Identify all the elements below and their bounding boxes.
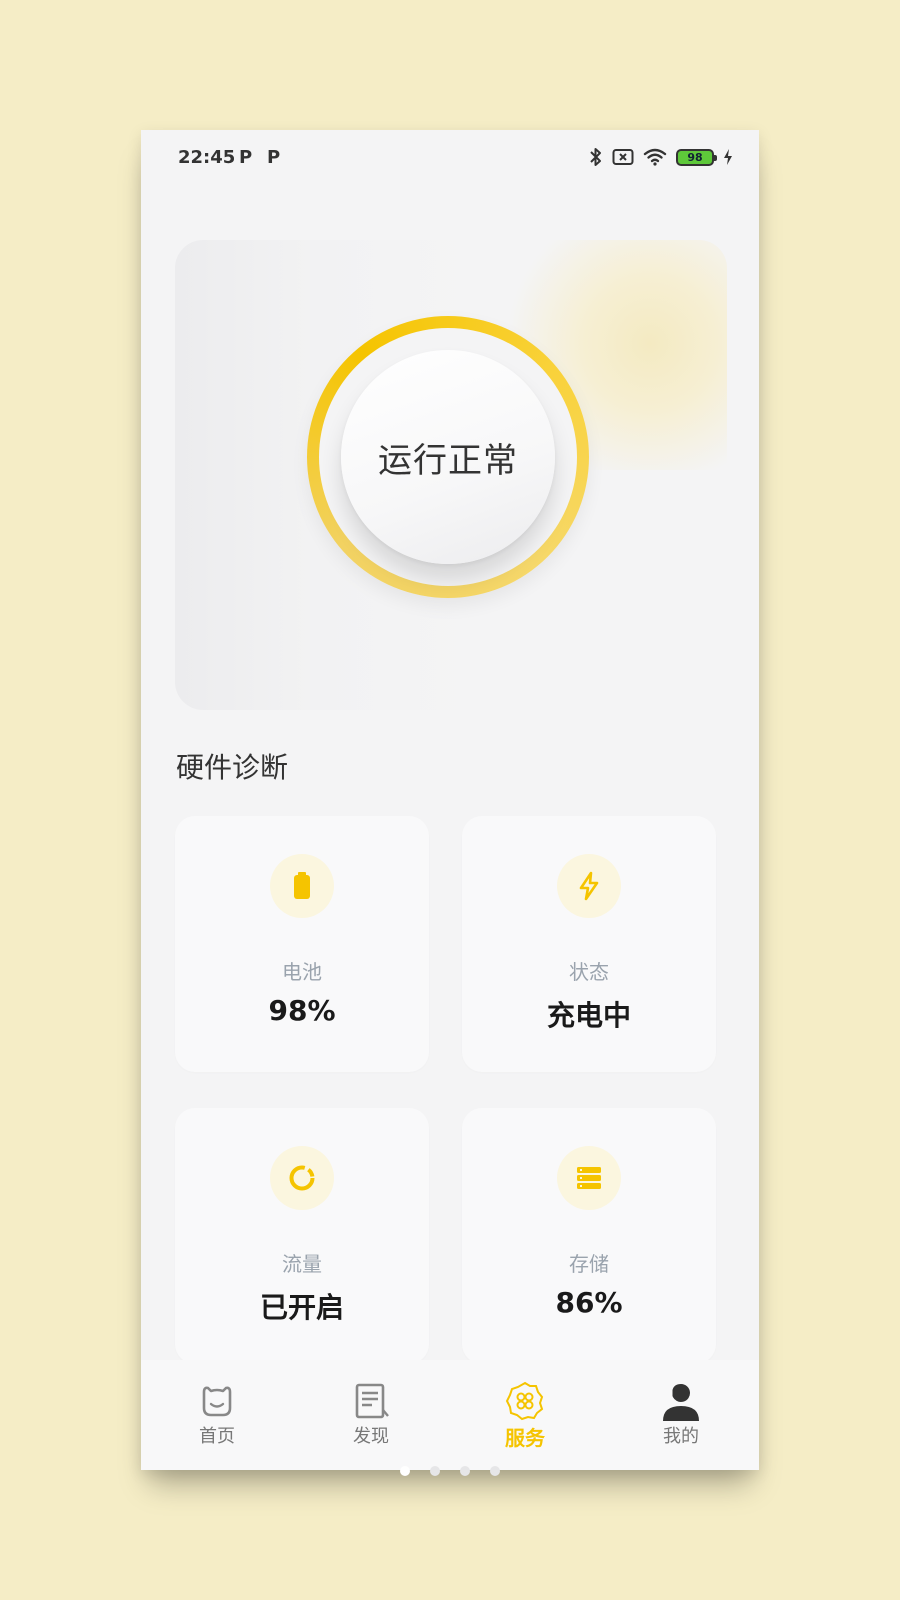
service-icon: [505, 1381, 544, 1421]
section-title: 硬件诊断: [176, 751, 289, 784]
notification-p-icon-2: P: [267, 147, 281, 168]
bluetooth-icon: [590, 148, 601, 166]
status-ring[interactable]: 运行正常: [307, 316, 589, 598]
storage-icon: [557, 1146, 621, 1210]
page-dot[interactable]: [460, 1466, 470, 1476]
card-value: 充电中: [546, 999, 631, 1032]
nav-label: 首页: [199, 1426, 235, 1447]
phone-screen: 22:45 P P 98 运行正常 硬件诊断 电池 98% 状态 充电中 流量 …: [141, 130, 759, 1470]
card-value: 已开启: [259, 1291, 344, 1324]
profile-icon: [663, 1384, 699, 1421]
wifi-icon: [643, 148, 667, 166]
battery-icon: [270, 854, 334, 918]
card-status[interactable]: 状态 充电中: [462, 816, 716, 1072]
page-dot[interactable]: [400, 1466, 410, 1476]
battery-icon: 98: [676, 148, 717, 166]
card-value: 98%: [268, 994, 336, 1027]
discover-icon: [355, 1383, 389, 1419]
card-label: 存储: [569, 1252, 609, 1276]
status-time: 22:45: [178, 147, 236, 168]
nav-discover[interactable]: 发现: [331, 1380, 411, 1450]
notification-p-icon: P: [239, 147, 253, 168]
status-text: 运行正常: [378, 440, 518, 481]
card-battery[interactable]: 电池 98%: [175, 816, 429, 1072]
card-label: 电池: [282, 960, 322, 984]
status-circle[interactable]: 运行正常: [341, 350, 555, 564]
page-dot[interactable]: [430, 1466, 440, 1476]
page-indicator: [0, 1466, 900, 1478]
nav-label: 我的: [663, 1426, 699, 1447]
card-label: 状态: [569, 960, 609, 984]
card-storage[interactable]: 存储 86%: [462, 1108, 716, 1364]
nav-home[interactable]: 首页: [177, 1380, 257, 1450]
sim-none-icon: [612, 149, 634, 165]
donut-icon: [270, 1146, 334, 1210]
card-value: 86%: [555, 1286, 623, 1319]
card-traffic[interactable]: 流量 已开启: [175, 1108, 429, 1364]
status-icons: 98: [589, 146, 733, 168]
status-bar: 22:45 P P 98: [141, 130, 759, 186]
charging-icon: [724, 149, 732, 165]
nav-label: 服务: [505, 1426, 545, 1450]
card-label: 流量: [282, 1252, 322, 1276]
home-icon: [202, 1386, 232, 1417]
nav-service[interactable]: 服务: [485, 1380, 565, 1450]
bottom-nav: 首页 发现 服务 我的: [141, 1360, 759, 1470]
lightning-icon: [557, 854, 621, 918]
nav-profile[interactable]: 我的: [641, 1380, 721, 1450]
nav-label: 发现: [353, 1426, 389, 1447]
page-dot[interactable]: [490, 1466, 500, 1476]
